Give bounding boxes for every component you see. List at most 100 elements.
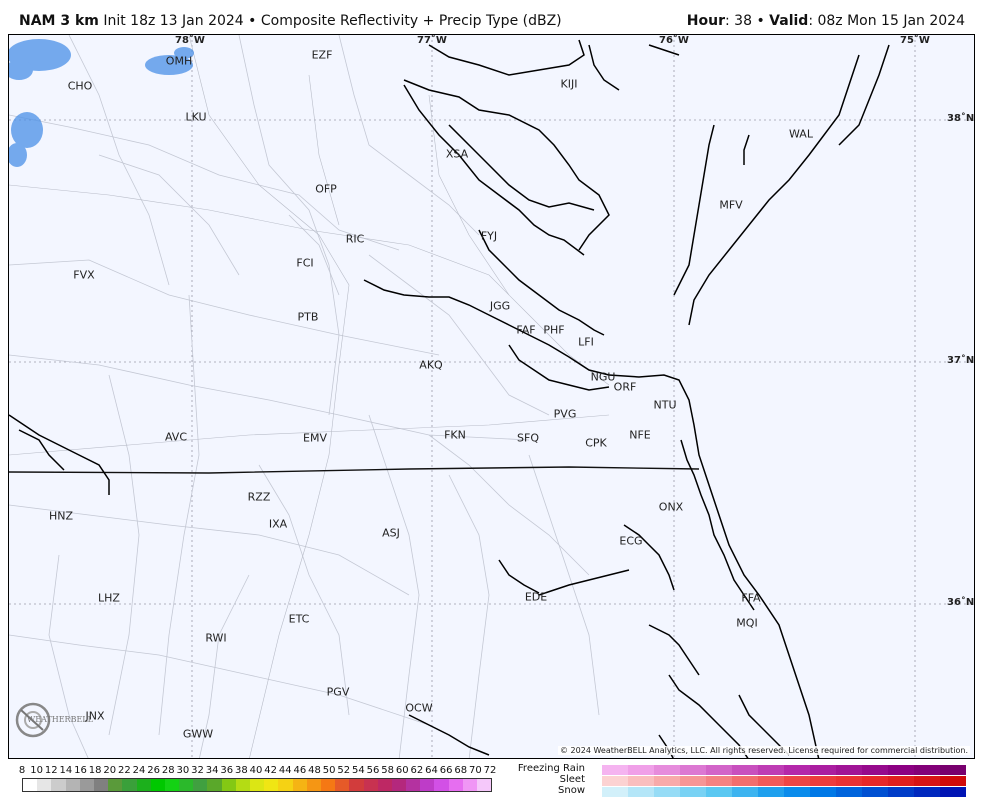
dbz-color-cell	[179, 779, 194, 791]
longitude-label: 78˚W	[175, 35, 205, 46]
dbz-color-cell	[377, 779, 392, 791]
freezing-rain-scale	[602, 765, 966, 775]
dbz-tick-label: 68	[454, 765, 468, 776]
freezing-rain-label: Freezing Rain	[517, 763, 585, 774]
station-label: IXA	[268, 517, 288, 531]
freezing-rain-color-cell	[602, 765, 628, 775]
dbz-tick-label: 70	[469, 765, 482, 776]
latitude-label: 36˚N	[947, 597, 975, 608]
station-label: MFV	[719, 198, 743, 212]
station-label: NFE	[629, 428, 651, 442]
legend: 8 10 12 14 16 18 20 22 24 26 28 30 32 34 36 38 40 42 44 46 4…	[0, 762, 984, 808]
valid-value: : 08z Mon 15 Jan 2024	[808, 13, 965, 29]
dbz-color-cell	[23, 779, 38, 791]
dbz-color-cell	[193, 779, 208, 791]
longitude-label: 76˚W	[659, 35, 689, 46]
dbz-color-cell	[406, 779, 421, 791]
dbz-tick-label: 20	[103, 765, 117, 776]
dbz-color-cell	[264, 779, 279, 791]
latitude-label: 38˚N	[947, 113, 975, 124]
snow-label: Snow	[558, 785, 585, 796]
sleet-color-cell	[784, 776, 810, 786]
sleet-scale	[602, 776, 966, 786]
sleet-color-cell	[680, 776, 706, 786]
snow-color-cell	[654, 787, 680, 797]
dbz-tick-label: 24	[132, 765, 146, 776]
dbz-color-cell	[278, 779, 293, 791]
station-label: JGG	[489, 299, 511, 313]
dbz-color-cell	[292, 779, 307, 791]
station-label: FAF	[516, 323, 536, 337]
dbz-color-cell	[65, 779, 80, 791]
dbz-tick-label: 8	[18, 765, 26, 776]
longitude-label: 77˚W	[417, 35, 447, 46]
sleet-color-cell	[888, 776, 914, 786]
station-label: ASJ	[382, 526, 400, 540]
dbz-tick-label: 32	[191, 765, 204, 776]
map-panel[interactable]: EZF OMH CHO KIJI LKU XSA WAL OFP MFV RIC FYJ FCI FVX…	[8, 34, 975, 759]
dbz-color-cell	[306, 779, 321, 791]
sleet-color-cell	[628, 776, 654, 786]
station-label: GWW	[182, 727, 214, 741]
title-bullet-2: •	[756, 13, 765, 29]
sleet-label: Sleet	[559, 774, 585, 785]
station-label: ETC	[288, 612, 310, 626]
station-label: KIJI	[560, 77, 578, 91]
snow-color-cell	[706, 787, 732, 797]
model-name: NAM 3 km	[19, 13, 99, 29]
station-label: PTB	[297, 310, 319, 324]
dbz-color-cell	[136, 779, 151, 791]
sleet-color-cell	[602, 776, 628, 786]
freezing-rain-color-cell	[940, 765, 966, 775]
freezing-rain-color-cell	[784, 765, 810, 775]
freezing-rain-color-cell	[914, 765, 940, 775]
station-label: SFQ	[517, 431, 539, 445]
station-label: MQI	[736, 616, 758, 630]
dbz-tick-label: 56	[366, 765, 380, 776]
station-label: RZZ	[247, 490, 271, 504]
dbz-tick-label: 42	[264, 765, 277, 776]
dbz-tick-label: 72	[483, 765, 497, 776]
dbz-tick-label: 40	[249, 765, 263, 776]
station-label: EDE	[524, 590, 548, 604]
latitude-label: 37˚N	[947, 355, 975, 366]
dbz-color-cell	[477, 779, 492, 791]
station-label: OMH	[165, 54, 193, 68]
station-label: EMV	[303, 431, 327, 445]
dbz-tick-label: 48	[308, 765, 321, 776]
snow-color-cell	[628, 787, 654, 797]
dbz-color-cell	[235, 779, 250, 791]
dbz-color-scale	[22, 778, 492, 792]
freezing-rain-color-cell	[732, 765, 758, 775]
weatherbell-logo: WEATHERBELL	[15, 702, 94, 738]
station-label: HNZ	[48, 509, 74, 523]
sleet-color-cell	[810, 776, 836, 786]
dbz-color-cell	[79, 779, 94, 791]
dbz-tick-label: 50	[322, 765, 336, 776]
dbz-tick-label: 66	[439, 765, 453, 776]
snow-color-cell	[940, 787, 966, 797]
station-label: EZF	[311, 48, 333, 62]
station-label: PGV	[326, 685, 350, 699]
dbz-color-cell	[150, 779, 165, 791]
station-label: XSA	[445, 147, 469, 161]
sleet-color-cell	[914, 776, 940, 786]
state-border	[9, 466, 700, 474]
product-title: NAM 3 km Init 18z 13 Jan 2024 • Composit…	[19, 13, 562, 29]
station-label: WAL	[789, 127, 813, 141]
dbz-color-cell	[164, 779, 180, 791]
station-label: NGU	[590, 370, 616, 384]
station-label: FCI	[296, 256, 314, 270]
freezing-rain-color-cell	[706, 765, 732, 775]
dbz-tick-label: 12	[44, 765, 58, 776]
valid-label: Valid	[769, 13, 809, 29]
dbz-color-cell	[335, 779, 350, 791]
sleet-color-cell	[836, 776, 862, 786]
roads	[9, 35, 610, 758]
lat-lon-grid	[9, 35, 974, 758]
basemap	[9, 35, 974, 758]
freezing-rain-color-cell	[888, 765, 914, 775]
dbz-color-cell	[221, 779, 236, 791]
dbz-color-cell	[250, 779, 265, 791]
product-name: Composite Reflectivity + Precip Type (dB…	[260, 13, 562, 29]
